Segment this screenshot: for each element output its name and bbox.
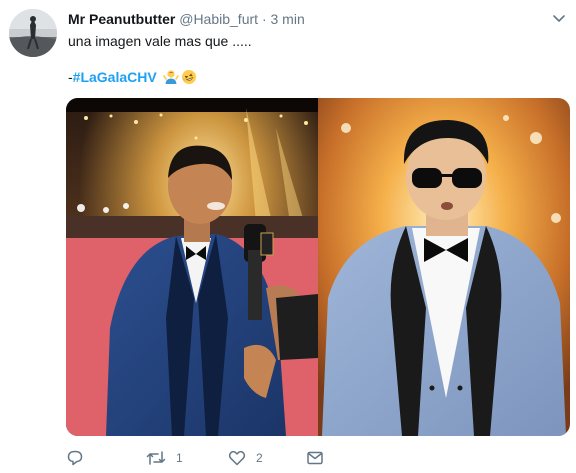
envelope-icon xyxy=(306,449,324,467)
rofl-emoji-icon xyxy=(181,69,197,85)
reply-button[interactable] xyxy=(66,448,94,468)
user-handle[interactable]: @Habib_furt xyxy=(179,11,258,27)
direct-message-button[interactable] xyxy=(306,448,324,468)
separator-dot: · xyxy=(261,11,267,27)
tweet-header: Mr Peanutbutter @Habib_furt · 3 min xyxy=(68,9,536,29)
retweet-count: 1 xyxy=(176,451,183,465)
tweet-media-image[interactable] xyxy=(66,98,570,436)
retweet-icon xyxy=(146,449,166,467)
tweet-text-line: una imagen vale mas que ..... xyxy=(68,33,252,49)
man-shrugging-emoji-icon xyxy=(162,69,179,85)
heart-icon xyxy=(228,449,246,467)
display-name[interactable]: Mr Peanutbutter xyxy=(68,11,175,27)
tweet[interactable]: Mr Peanutbutter @Habib_furt · 3 min una … xyxy=(0,0,576,473)
like-button[interactable]: 2 xyxy=(228,448,263,468)
tweet-actions: 1 2 xyxy=(66,448,386,468)
reply-icon xyxy=(66,449,84,467)
avatar[interactable] xyxy=(9,9,57,57)
chevron-down-icon[interactable] xyxy=(552,12,566,26)
timestamp[interactable]: 3 min xyxy=(271,11,305,27)
retweet-button[interactable]: 1 xyxy=(146,448,183,468)
like-count: 2 xyxy=(256,451,263,465)
tweet-text-line-hashtag: -#LaGalaCHV xyxy=(68,68,197,86)
hashtag-link[interactable]: #LaGalaCHV xyxy=(73,69,157,85)
